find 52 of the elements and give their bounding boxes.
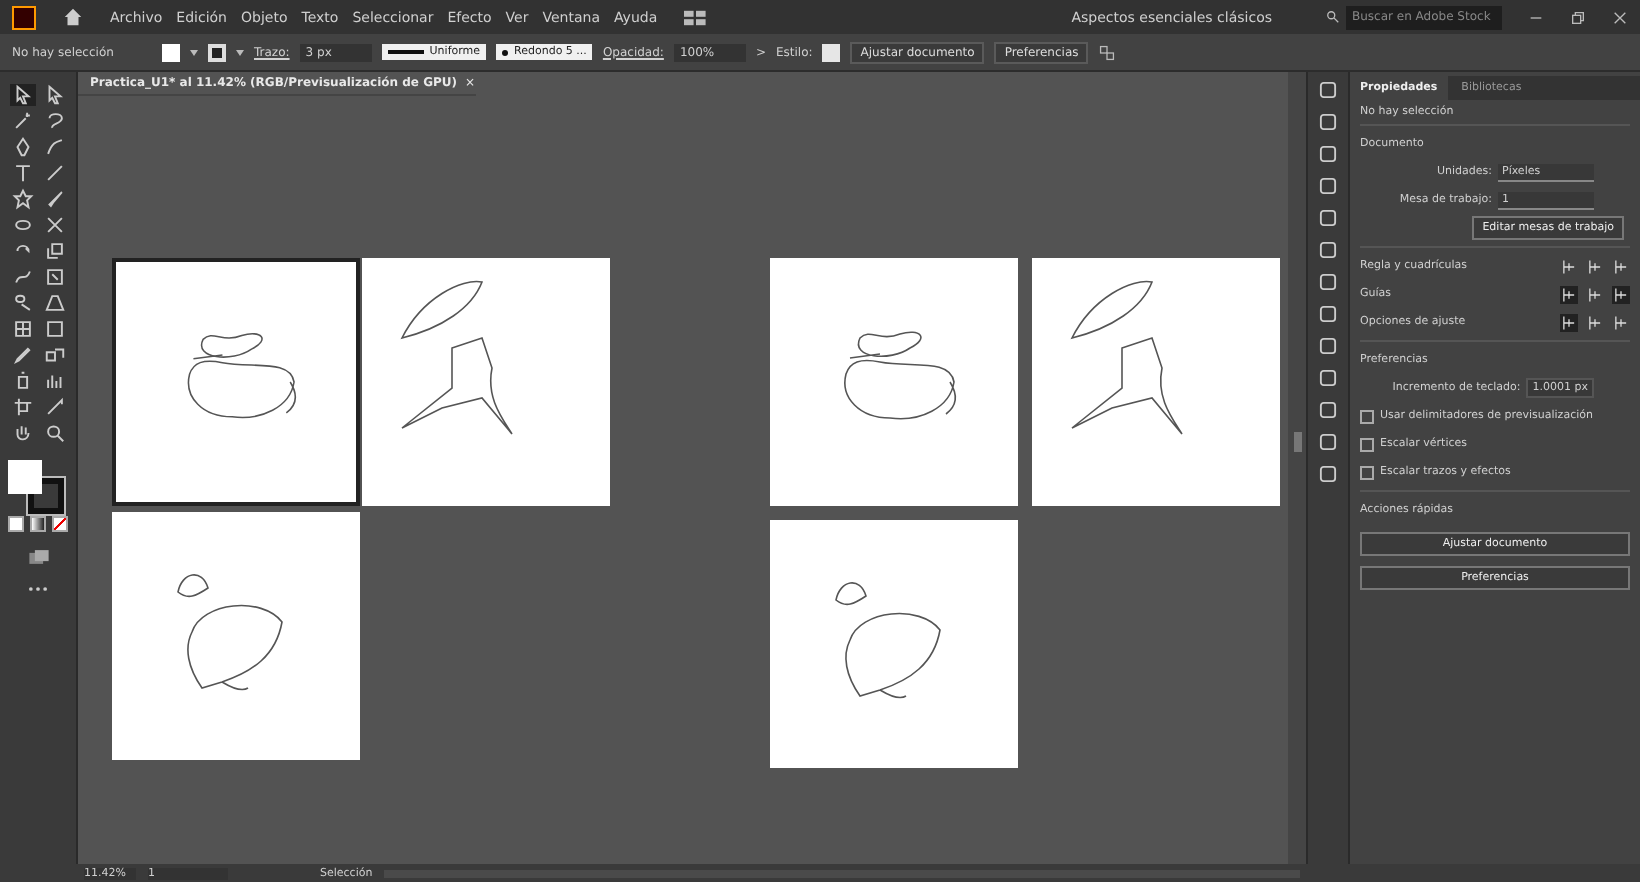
- stroke-color-swatch[interactable]: [28, 478, 64, 514]
- home-icon[interactable]: [62, 6, 84, 28]
- color-mode-icon[interactable]: [8, 516, 24, 532]
- fill-swatch[interactable]: [162, 43, 180, 61]
- stroke-swatch[interactable]: [208, 43, 226, 61]
- bar-chart-icon[interactable]: [41, 370, 67, 392]
- checkbox[interactable]: [1360, 409, 1374, 423]
- option-icon[interactable]: [1612, 285, 1630, 303]
- option-icon[interactable]: [1560, 313, 1578, 331]
- mesh-icon[interactable]: [9, 318, 35, 340]
- scrollbar[interactable]: [1288, 72, 1306, 864]
- style-swatch[interactable]: [822, 43, 841, 61]
- search-icon[interactable]: [1326, 10, 1340, 24]
- option-icon[interactable]: [1586, 257, 1604, 275]
- eyedropper-icon[interactable]: [9, 344, 35, 366]
- shape-builder-icon[interactable]: [9, 292, 35, 314]
- scale-icon[interactable]: [41, 240, 67, 262]
- option-icon[interactable]: [1612, 313, 1630, 331]
- option-icon[interactable]: [1560, 285, 1578, 303]
- more-icon[interactable]: [28, 586, 48, 592]
- option-icon[interactable]: [1586, 313, 1604, 331]
- option-icon[interactable]: [1586, 285, 1604, 303]
- perspective-icon[interactable]: [41, 292, 67, 314]
- sketch-drawing: [187, 333, 296, 419]
- artboard[interactable]: [112, 258, 360, 506]
- gradient-icon[interactable]: [41, 318, 67, 340]
- restore-icon[interactable]: [1570, 9, 1586, 25]
- zoom-icon[interactable]: [41, 422, 67, 444]
- sketch-drawing: [177, 574, 283, 691]
- sketch-drawing: [844, 331, 956, 420]
- checkbox[interactable]: [1360, 465, 1374, 479]
- arrange-icon[interactable]: [1098, 43, 1117, 61]
- blob-brush-icon[interactable]: [9, 214, 35, 236]
- caret-icon[interactable]: [236, 49, 244, 55]
- free-transform-icon[interactable]: [41, 266, 67, 288]
- close-icon[interactable]: [1612, 9, 1628, 25]
- fill-color-swatch[interactable]: [8, 460, 42, 494]
- screen-mode-icon[interactable]: [27, 548, 49, 566]
- gradient-mode-icon[interactable]: [30, 516, 46, 532]
- star-icon[interactable]: [9, 188, 35, 210]
- selection-arrow-icon[interactable]: [9, 84, 35, 106]
- artboard-icon[interactable]: [9, 396, 35, 418]
- option-icon[interactable]: [1560, 257, 1578, 275]
- layout-grid-icon[interactable]: [683, 9, 708, 25]
- app-logo-icon[interactable]: [12, 5, 36, 29]
- caret-icon[interactable]: [190, 49, 198, 55]
- option-icon[interactable]: [1612, 257, 1630, 275]
- sketch-drawing: [835, 582, 941, 699]
- checkbox[interactable]: [1360, 437, 1374, 451]
- none-mode-icon[interactable]: [52, 516, 68, 532]
- blend-icon[interactable]: [41, 344, 67, 366]
- curvature-icon[interactable]: [41, 136, 67, 158]
